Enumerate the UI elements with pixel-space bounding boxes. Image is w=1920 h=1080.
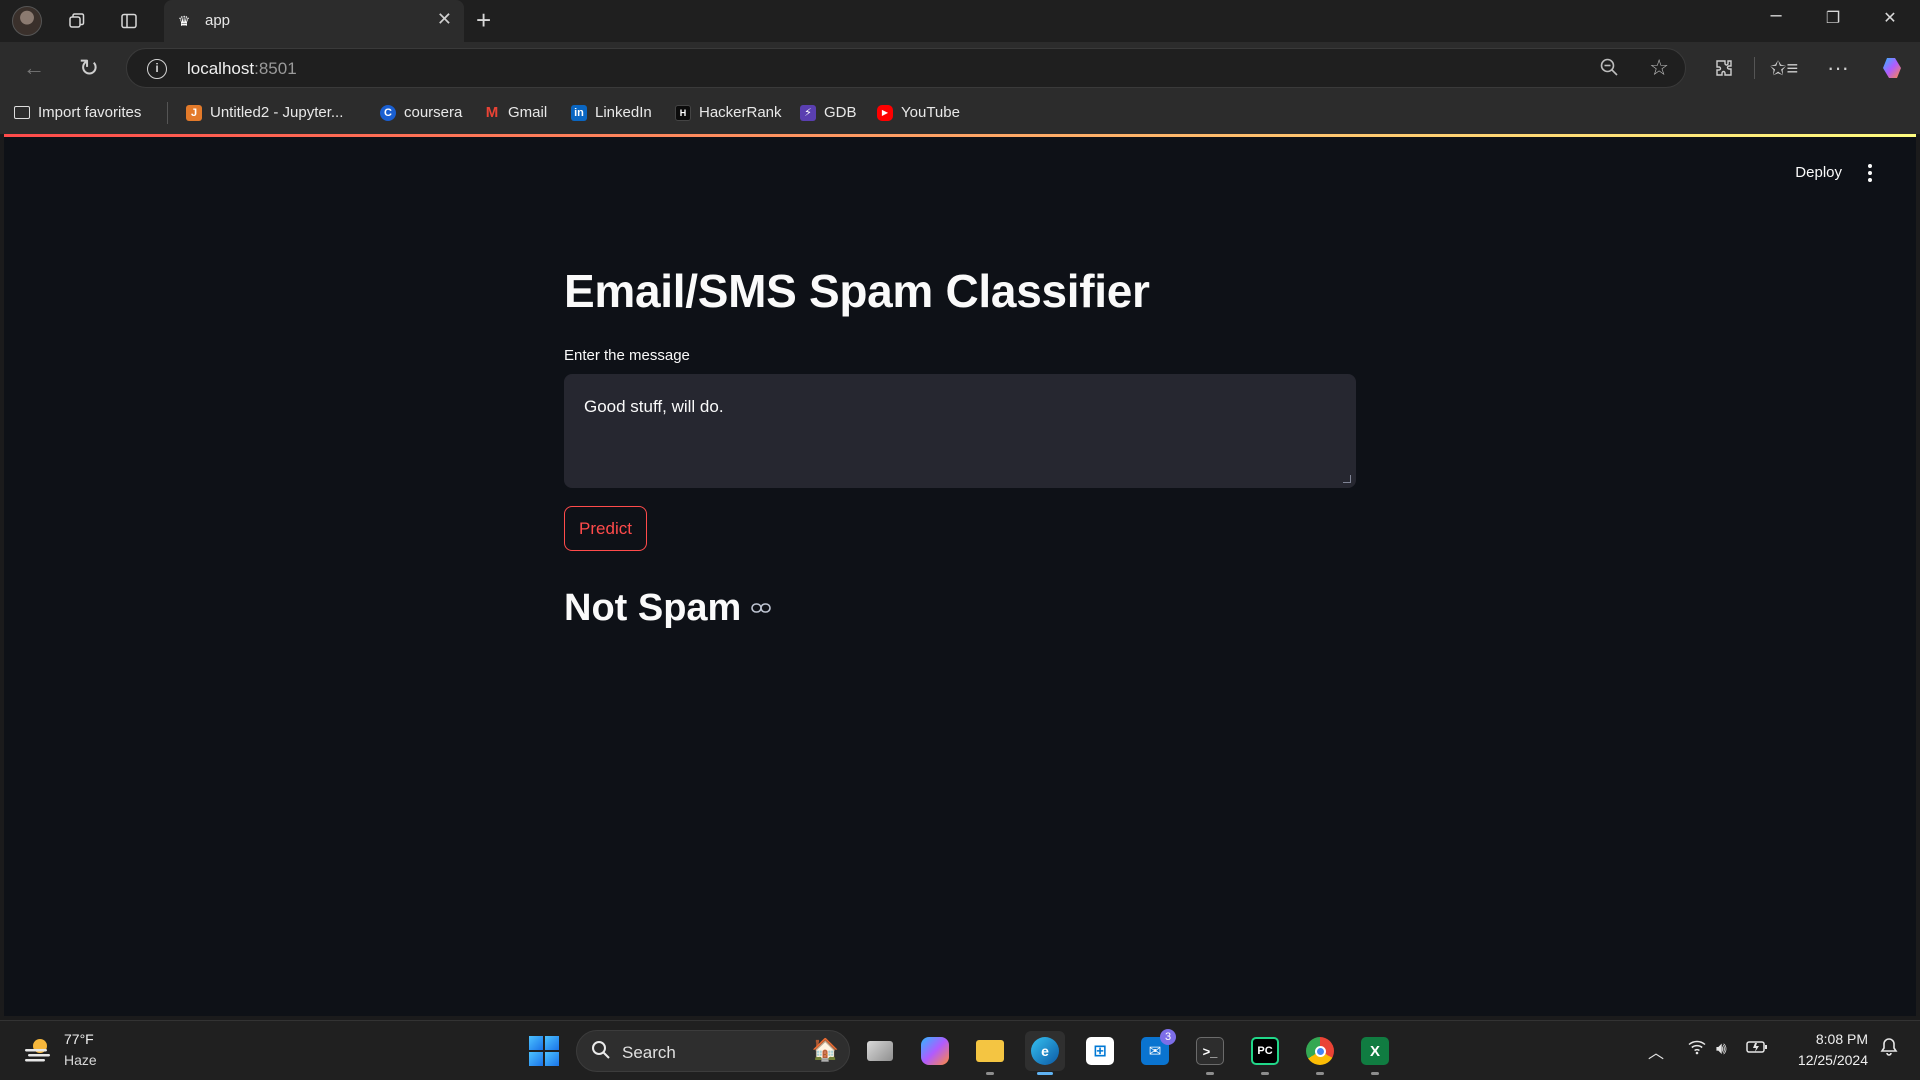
- favorite-youtube[interactable]: ▶ YouTube: [877, 104, 960, 121]
- more-menu-icon[interactable]: ···: [1822, 52, 1854, 84]
- running-indicator: [1037, 1072, 1053, 1075]
- youtube-icon: ▶: [877, 104, 893, 121]
- favorite-import[interactable]: Import favorites: [14, 104, 141, 121]
- running-indicator: [1371, 1072, 1379, 1075]
- search-highlight-icon: 🏠: [811, 1037, 839, 1062]
- search-icon: [591, 1040, 611, 1066]
- favorite-gmail[interactable]: M Gmail: [484, 104, 547, 121]
- header-decoration: [4, 134, 1916, 137]
- clock-time[interactable]: 8:08 PM: [1816, 1031, 1868, 1047]
- prediction-result: Not Spam: [564, 587, 772, 630]
- mail-icon[interactable]: ✉ 3: [1135, 1029, 1176, 1071]
- url-text[interactable]: localhost:8501: [187, 59, 297, 79]
- resize-handle-icon[interactable]: [1343, 475, 1351, 483]
- predict-button[interactable]: Predict: [564, 506, 647, 551]
- favorite-label: Import favorites: [38, 104, 142, 121]
- favorite-label: YouTube: [901, 104, 960, 121]
- coursera-icon: C: [380, 104, 396, 121]
- page-viewport: Deploy Email/SMS Spam Classifier Enter t…: [4, 134, 1916, 1016]
- anchor-link-icon[interactable]: [751, 598, 772, 619]
- task-view-icon[interactable]: [860, 1031, 900, 1071]
- wifi-icon[interactable]: [1688, 1039, 1706, 1060]
- running-indicator: [1206, 1072, 1214, 1075]
- favorites-bar: Import favorites J Untitled2 - Jupyter..…: [0, 94, 1920, 134]
- file-explorer-icon[interactable]: [970, 1031, 1010, 1075]
- address-bar[interactable]: i localhost:8501 ☆: [126, 48, 1686, 88]
- running-indicator: [1316, 1072, 1324, 1075]
- message-textarea[interactable]: Good stuff, will do.: [564, 374, 1356, 488]
- message-value: Good stuff, will do.: [584, 397, 724, 416]
- reload-icon[interactable]: ↻: [73, 52, 105, 84]
- favorite-jupyter[interactable]: J Untitled2 - Jupyter...: [186, 104, 343, 121]
- workspaces-icon[interactable]: [62, 6, 92, 36]
- tab-title: app: [205, 12, 231, 29]
- clock-date[interactable]: 12/25/2024: [1798, 1052, 1868, 1068]
- notification-bell-icon[interactable]: [1880, 1037, 1898, 1062]
- excel-icon[interactable]: X: [1355, 1031, 1395, 1075]
- start-button-icon[interactable]: [529, 1036, 559, 1066]
- favorite-label: Untitled2 - Jupyter...: [210, 104, 344, 121]
- chrome-icon[interactable]: [1300, 1031, 1340, 1075]
- show-hidden-icons-chevron-icon[interactable]: ︿: [1648, 1039, 1664, 1063]
- site-info-icon[interactable]: i: [147, 59, 167, 79]
- terminal-icon[interactable]: >_: [1190, 1031, 1230, 1075]
- search-placeholder: Search: [622, 1043, 676, 1062]
- hackerrank-icon: H: [675, 104, 691, 121]
- restore-icon[interactable]: ❐: [1813, 8, 1853, 28]
- main-menu-icon[interactable]: [1860, 162, 1880, 184]
- extensions-icon[interactable]: [1708, 52, 1740, 84]
- weather-description[interactable]: Haze: [64, 1052, 97, 1068]
- zoom-icon[interactable]: [1599, 57, 1619, 83]
- back-icon[interactable]: ←: [18, 52, 50, 84]
- message-label: Enter the message: [564, 347, 690, 364]
- minimize-icon[interactable]: –: [1756, 4, 1796, 27]
- favorites-divider: [167, 102, 168, 124]
- edge-taskbar-icon[interactable]: e: [1025, 1031, 1065, 1075]
- favorite-label: Gmail: [508, 104, 548, 121]
- toolbar-divider: [1754, 57, 1755, 79]
- deploy-button[interactable]: Deploy: [1795, 164, 1842, 181]
- tab-app[interactable]: ♛ app ✕: [164, 0, 464, 42]
- favorite-label: HackerRank: [699, 104, 782, 121]
- page-title: Email/SMS Spam Classifier: [564, 265, 1150, 317]
- favorite-label: LinkedIn: [595, 104, 652, 121]
- profile-avatar[interactable]: [12, 6, 42, 36]
- favorite-coursera[interactable]: C coursera: [380, 104, 462, 121]
- folder-import-icon: [14, 106, 30, 119]
- copilot-icon[interactable]: [1876, 52, 1908, 84]
- navigation-bar: ← ↻ i localhost:8501 ☆ ✩≡ ···: [0, 42, 1920, 94]
- copilot-taskbar-icon[interactable]: [915, 1031, 955, 1071]
- favorites-icon[interactable]: ✩≡: [1768, 52, 1800, 84]
- taskbar: 77°F Haze Search 🏠 e ⊞ ✉ 3 >_ PC X ︿ 🔊︎ …: [0, 1020, 1920, 1080]
- favorite-label: GDB: [824, 104, 857, 121]
- favorite-hackerrank[interactable]: H HackerRank: [675, 104, 782, 121]
- streamlit-favicon-icon: ♛: [177, 13, 191, 29]
- mail-badge: 3: [1160, 1029, 1176, 1045]
- close-window-icon[interactable]: ✕: [1870, 8, 1910, 28]
- close-tab-icon[interactable]: ✕: [437, 9, 452, 30]
- running-indicator: [1261, 1072, 1269, 1075]
- battery-icon[interactable]: [1746, 1039, 1768, 1059]
- new-tab-icon[interactable]: +: [476, 5, 491, 36]
- linkedin-icon: in: [571, 104, 587, 121]
- weather-haze-icon[interactable]: [22, 1035, 54, 1065]
- favorite-linkedin[interactable]: in LinkedIn: [571, 104, 652, 121]
- favorite-star-icon[interactable]: ☆: [1649, 55, 1669, 81]
- volume-icon[interactable]: 🔊︎: [1716, 1039, 1727, 1059]
- favorite-label: coursera: [404, 104, 463, 121]
- result-text: Not Spam: [564, 587, 742, 629]
- gmail-icon: M: [485, 104, 499, 121]
- browser-tab-strip: ♛ app ✕ + – ❐ ✕: [0, 0, 1920, 42]
- favorite-gdb[interactable]: ⚡ GDB: [800, 104, 857, 121]
- pycharm-icon[interactable]: PC: [1245, 1031, 1285, 1075]
- jupyter-icon: J: [186, 104, 202, 121]
- weather-temperature[interactable]: 77°F: [64, 1031, 94, 1047]
- microsoft-store-icon[interactable]: ⊞: [1080, 1031, 1120, 1071]
- vertical-tabs-icon[interactable]: [114, 6, 144, 36]
- taskbar-search[interactable]: Search 🏠: [576, 1030, 850, 1072]
- running-indicator: [986, 1072, 994, 1075]
- gdb-icon: ⚡: [800, 104, 816, 121]
